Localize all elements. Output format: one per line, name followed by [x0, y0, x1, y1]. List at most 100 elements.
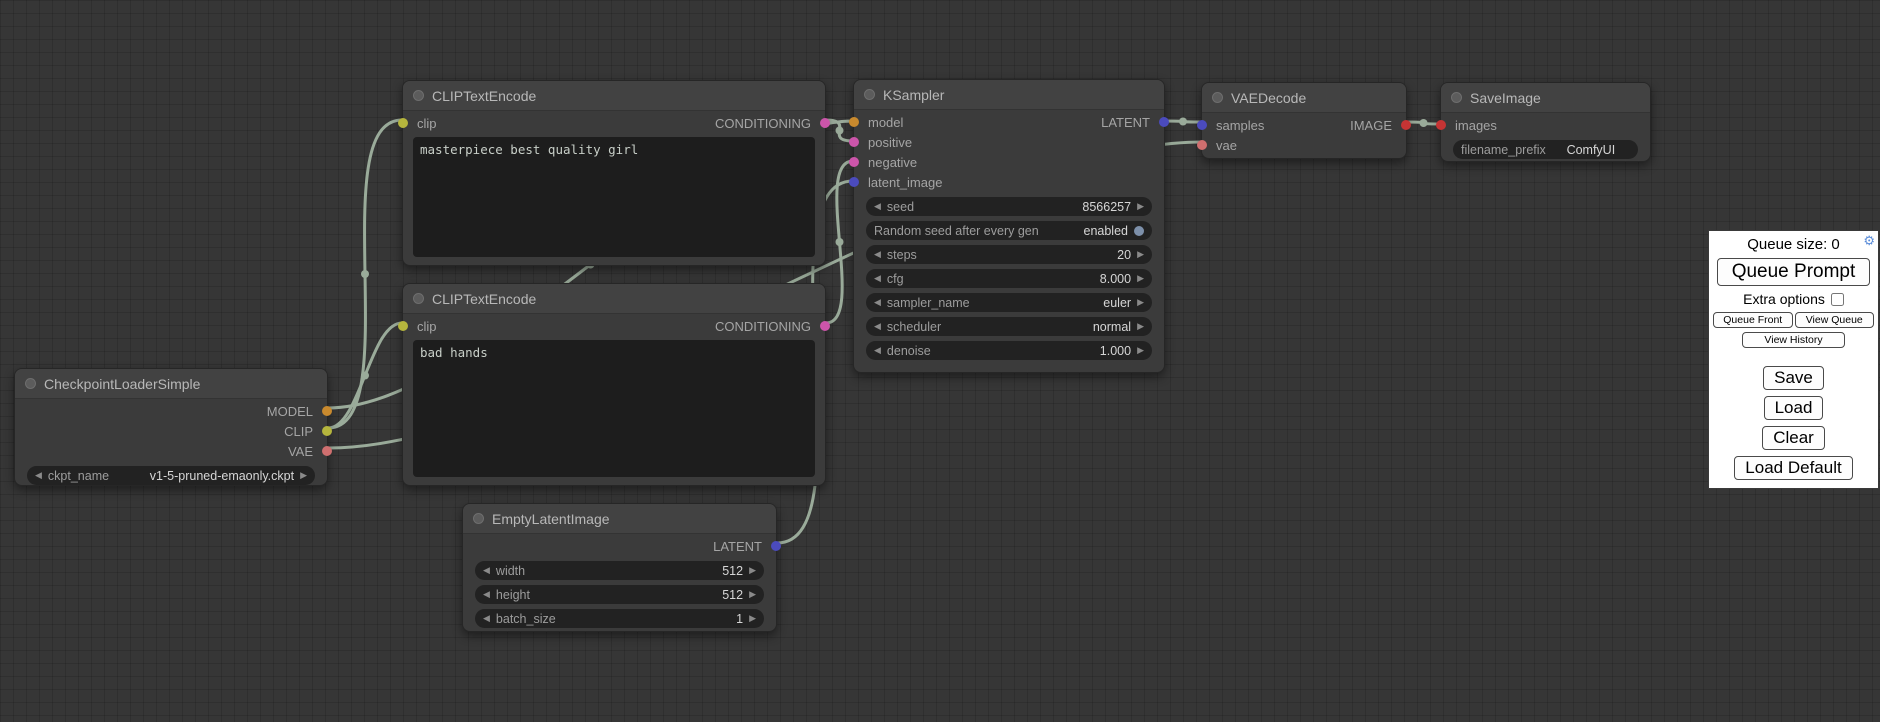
- increment-arrow-icon[interactable]: ▶: [300, 471, 307, 480]
- node-ksampler[interactable]: KSampler model LATENT positive negative …: [853, 79, 1165, 373]
- node-title-bar[interactable]: CheckpointLoaderSimple: [15, 369, 327, 399]
- widget-scheduler[interactable]: ◀ scheduler normal ▶: [866, 317, 1152, 336]
- widget-batch-size[interactable]: ◀ batch_size 1 ▶: [475, 609, 764, 628]
- output-slot-latent[interactable]: [1159, 117, 1169, 127]
- widget-label: width: [496, 564, 525, 578]
- output-slot-clip[interactable]: [322, 426, 332, 436]
- widget-height[interactable]: ◀ height 512 ▶: [475, 585, 764, 604]
- input-label-clip: clip: [417, 116, 437, 131]
- node-collapse-dot-icon[interactable]: [413, 90, 424, 101]
- widget-label: ckpt_name: [48, 469, 109, 483]
- input-slot-latent-image[interactable]: [849, 177, 859, 187]
- increment-arrow-icon[interactable]: ▶: [1137, 322, 1144, 331]
- node-title-bar[interactable]: VAEDecode: [1202, 83, 1406, 113]
- link-midpoint-dot[interactable]: [1179, 118, 1187, 126]
- node-title: CLIPTextEncode: [432, 291, 536, 307]
- output-slot-image[interactable]: [1401, 120, 1411, 130]
- node-checkpointloadersimple[interactable]: CheckpointLoaderSimple MODEL CLIP VAE ◀ …: [14, 368, 328, 486]
- link-midpoint-dot[interactable]: [361, 270, 369, 278]
- widget-ckpt-name[interactable]: ◀ ckpt_name v1-5-pruned-emaonly.ckpt ▶: [27, 466, 315, 485]
- increment-arrow-icon[interactable]: ▶: [749, 590, 756, 599]
- widget-random-seed-toggle[interactable]: Random seed after every gen enabled: [866, 221, 1152, 240]
- output-slot-conditioning[interactable]: [820, 321, 830, 331]
- save-button[interactable]: Save: [1763, 366, 1824, 390]
- input-slot-positive[interactable]: [849, 137, 859, 147]
- input-slot-samples[interactable]: [1197, 120, 1207, 130]
- node-collapse-dot-icon[interactable]: [25, 378, 36, 389]
- link-midpoint-dot[interactable]: [836, 127, 844, 135]
- decrement-arrow-icon[interactable]: ◀: [483, 566, 490, 575]
- output-slot-latent[interactable]: [771, 541, 781, 551]
- node-cliptextencode-negative[interactable]: CLIPTextEncode clip CONDITIONING bad han…: [402, 283, 826, 486]
- output-slot-conditioning[interactable]: [820, 118, 830, 128]
- widget-denoise[interactable]: ◀ denoise 1.000 ▶: [866, 341, 1152, 360]
- load-default-button[interactable]: Load Default: [1734, 456, 1852, 480]
- widget-value: 1: [562, 612, 743, 626]
- decrement-arrow-icon[interactable]: ◀: [35, 471, 42, 480]
- slot-row: LATENT: [463, 536, 776, 556]
- link-midpoint-dot[interactable]: [1420, 119, 1428, 127]
- queue-prompt-button[interactable]: Queue Prompt: [1717, 258, 1870, 286]
- decrement-arrow-icon[interactable]: ◀: [874, 346, 881, 355]
- node-title-bar[interactable]: EmptyLatentImage: [463, 504, 776, 534]
- node-title-bar[interactable]: SaveImage: [1441, 83, 1650, 113]
- widget-filename-prefix[interactable]: filename_prefix ComfyUI: [1453, 140, 1638, 159]
- input-slot-clip[interactable]: [398, 321, 408, 331]
- increment-arrow-icon[interactable]: ▶: [1137, 202, 1144, 211]
- input-slot-vae[interactable]: [1197, 140, 1207, 150]
- decrement-arrow-icon[interactable]: ◀: [874, 322, 881, 331]
- view-queue-button[interactable]: View Queue: [1795, 312, 1875, 328]
- input-slot-negative[interactable]: [849, 157, 859, 167]
- positive-prompt-textarea[interactable]: masterpiece best quality girl: [413, 137, 815, 257]
- increment-arrow-icon[interactable]: ▶: [1137, 298, 1144, 307]
- node-vaedecode[interactable]: VAEDecode samples IMAGE vae: [1201, 82, 1407, 159]
- output-slot-model[interactable]: [322, 406, 332, 416]
- input-slot-clip[interactable]: [398, 118, 408, 128]
- toggle-dot-icon[interactable]: [1134, 226, 1144, 236]
- increment-arrow-icon[interactable]: ▶: [749, 566, 756, 575]
- view-history-button[interactable]: View History: [1742, 332, 1845, 348]
- input-slot-images[interactable]: [1436, 120, 1446, 130]
- increment-arrow-icon[interactable]: ▶: [1137, 346, 1144, 355]
- graph-canvas[interactable]: CheckpointLoaderSimple MODEL CLIP VAE ◀ …: [0, 0, 1880, 722]
- decrement-arrow-icon[interactable]: ◀: [874, 250, 881, 259]
- increment-arrow-icon[interactable]: ▶: [1137, 250, 1144, 259]
- node-collapse-dot-icon[interactable]: [1212, 92, 1223, 103]
- widget-width[interactable]: ◀ width 512 ▶: [475, 561, 764, 580]
- negative-prompt-textarea[interactable]: bad hands: [413, 340, 815, 477]
- load-button[interactable]: Load: [1764, 396, 1824, 420]
- decrement-arrow-icon[interactable]: ◀: [874, 202, 881, 211]
- decrement-arrow-icon[interactable]: ◀: [874, 274, 881, 283]
- increment-arrow-icon[interactable]: ▶: [1137, 274, 1144, 283]
- link-midpoint-dot[interactable]: [836, 238, 844, 246]
- slot-row: VAE: [15, 441, 327, 461]
- widget-steps[interactable]: ◀ steps 20 ▶: [866, 245, 1152, 264]
- slot-row: model LATENT: [854, 112, 1164, 132]
- queue-front-button[interactable]: Queue Front: [1713, 312, 1793, 328]
- decrement-arrow-icon[interactable]: ◀: [483, 614, 490, 623]
- decrement-arrow-icon[interactable]: ◀: [874, 298, 881, 307]
- increment-arrow-icon[interactable]: ▶: [749, 614, 756, 623]
- node-emptylatentimage[interactable]: EmptyLatentImage LATENT ◀ width 512 ▶ ◀ …: [462, 503, 777, 632]
- slot-row: positive: [854, 132, 1164, 152]
- decrement-arrow-icon[interactable]: ◀: [483, 590, 490, 599]
- node-collapse-dot-icon[interactable]: [1451, 92, 1462, 103]
- node-saveimage[interactable]: SaveImage images filename_prefix ComfyUI: [1440, 82, 1651, 162]
- node-collapse-dot-icon[interactable]: [864, 89, 875, 100]
- node-collapse-dot-icon[interactable]: [413, 293, 424, 304]
- output-slot-vae[interactable]: [322, 446, 332, 456]
- link-midpoint-dot[interactable]: [361, 372, 369, 380]
- node-title-bar[interactable]: CLIPTextEncode: [403, 81, 825, 111]
- input-slot-model[interactable]: [849, 117, 859, 127]
- widget-cfg[interactable]: ◀ cfg 8.000 ▶: [866, 269, 1152, 288]
- node-collapse-dot-icon[interactable]: [473, 513, 484, 524]
- node-title-bar[interactable]: KSampler: [854, 80, 1164, 110]
- widget-seed[interactable]: ◀ seed 8566257 ▶: [866, 197, 1152, 216]
- widget-sampler-name[interactable]: ◀ sampler_name euler ▶: [866, 293, 1152, 312]
- clear-button[interactable]: Clear: [1762, 426, 1825, 450]
- node-title-bar[interactable]: CLIPTextEncode: [403, 284, 825, 314]
- widget-value: 20: [923, 248, 1131, 262]
- extra-options-checkbox[interactable]: [1831, 293, 1844, 306]
- settings-gear-icon[interactable]: ⚙: [1863, 233, 1875, 249]
- node-cliptextencode-positive[interactable]: CLIPTextEncode clip CONDITIONING masterp…: [402, 80, 826, 266]
